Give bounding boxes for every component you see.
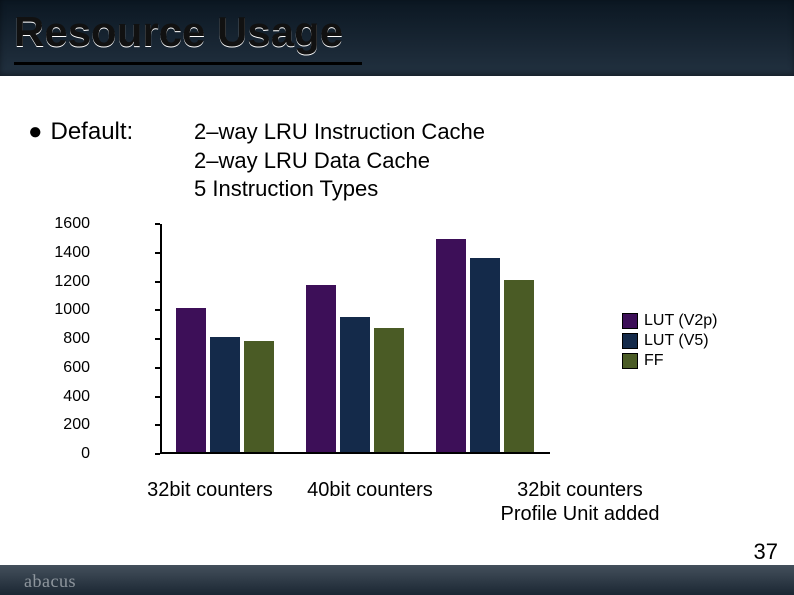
y-tick-label: 0 (30, 445, 90, 463)
x-label-line: 32bit counters (470, 478, 690, 502)
bar (504, 280, 534, 453)
y-tick-label: 1400 (30, 244, 90, 262)
legend-label-1: LUT (V5) (644, 332, 709, 350)
bar (340, 317, 370, 452)
footer-band (0, 565, 794, 595)
legend-swatch-1 (622, 333, 638, 349)
page-title: Resource Usage (14, 8, 343, 56)
y-axis-line (160, 224, 162, 454)
y-tick-label: 1000 (30, 301, 90, 319)
y-tick (155, 338, 160, 340)
bullet-label: Default: (51, 118, 134, 145)
legend-label-0: LUT (V2p) (644, 312, 718, 330)
legend-swatch-0 (622, 313, 638, 329)
page-number: 37 (754, 539, 778, 565)
y-tick-label: 800 (30, 330, 90, 348)
title-underline (14, 62, 362, 65)
y-tick-label: 1600 (30, 215, 90, 233)
bar (210, 337, 240, 452)
y-tick (155, 424, 160, 426)
bar (436, 239, 466, 452)
desc-line-2: 2–way LRU Data Cache (194, 147, 485, 176)
bar (176, 308, 206, 452)
bar (244, 341, 274, 452)
y-tick (155, 223, 160, 225)
legend-label-2: FF (644, 352, 664, 370)
x-label-1: 40bit counters (280, 478, 460, 502)
y-tick-label: 400 (30, 388, 90, 406)
bullet-dot-icon: ● (28, 118, 43, 145)
x-axis-line (160, 452, 550, 454)
desc-line-3: 5 Instruction Types (194, 175, 485, 204)
x-label-line: Profile Unit added (470, 502, 690, 526)
y-tick (155, 309, 160, 311)
legend-swatch-2 (622, 353, 638, 369)
y-tick-label: 1200 (30, 273, 90, 291)
y-tick (155, 367, 160, 369)
y-tick (155, 396, 160, 398)
legend-item-2: FF (622, 352, 718, 370)
y-tick (155, 281, 160, 283)
bullet-default: ● Default: (28, 118, 133, 146)
y-tick (155, 453, 160, 455)
default-description: 2–way LRU Instruction Cache 2–way LRU Da… (194, 118, 485, 204)
legend-item-0: LUT (V2p) (622, 312, 718, 330)
legend-item-1: LUT (V5) (622, 332, 718, 350)
legend: LUT (V2p) LUT (V5) FF (622, 312, 718, 372)
bar (470, 258, 500, 452)
x-label-2: 32bit countersProfile Unit added (470, 478, 690, 526)
bar (306, 285, 336, 452)
bar (374, 328, 404, 452)
logo-text: abacus (24, 571, 76, 592)
y-tick-label: 600 (30, 359, 90, 377)
chart-plot-area (160, 224, 550, 454)
x-label-line: 40bit counters (280, 478, 460, 502)
y-tick-label: 200 (30, 416, 90, 434)
y-tick (155, 252, 160, 254)
desc-line-1: 2–way LRU Instruction Cache (194, 118, 485, 147)
